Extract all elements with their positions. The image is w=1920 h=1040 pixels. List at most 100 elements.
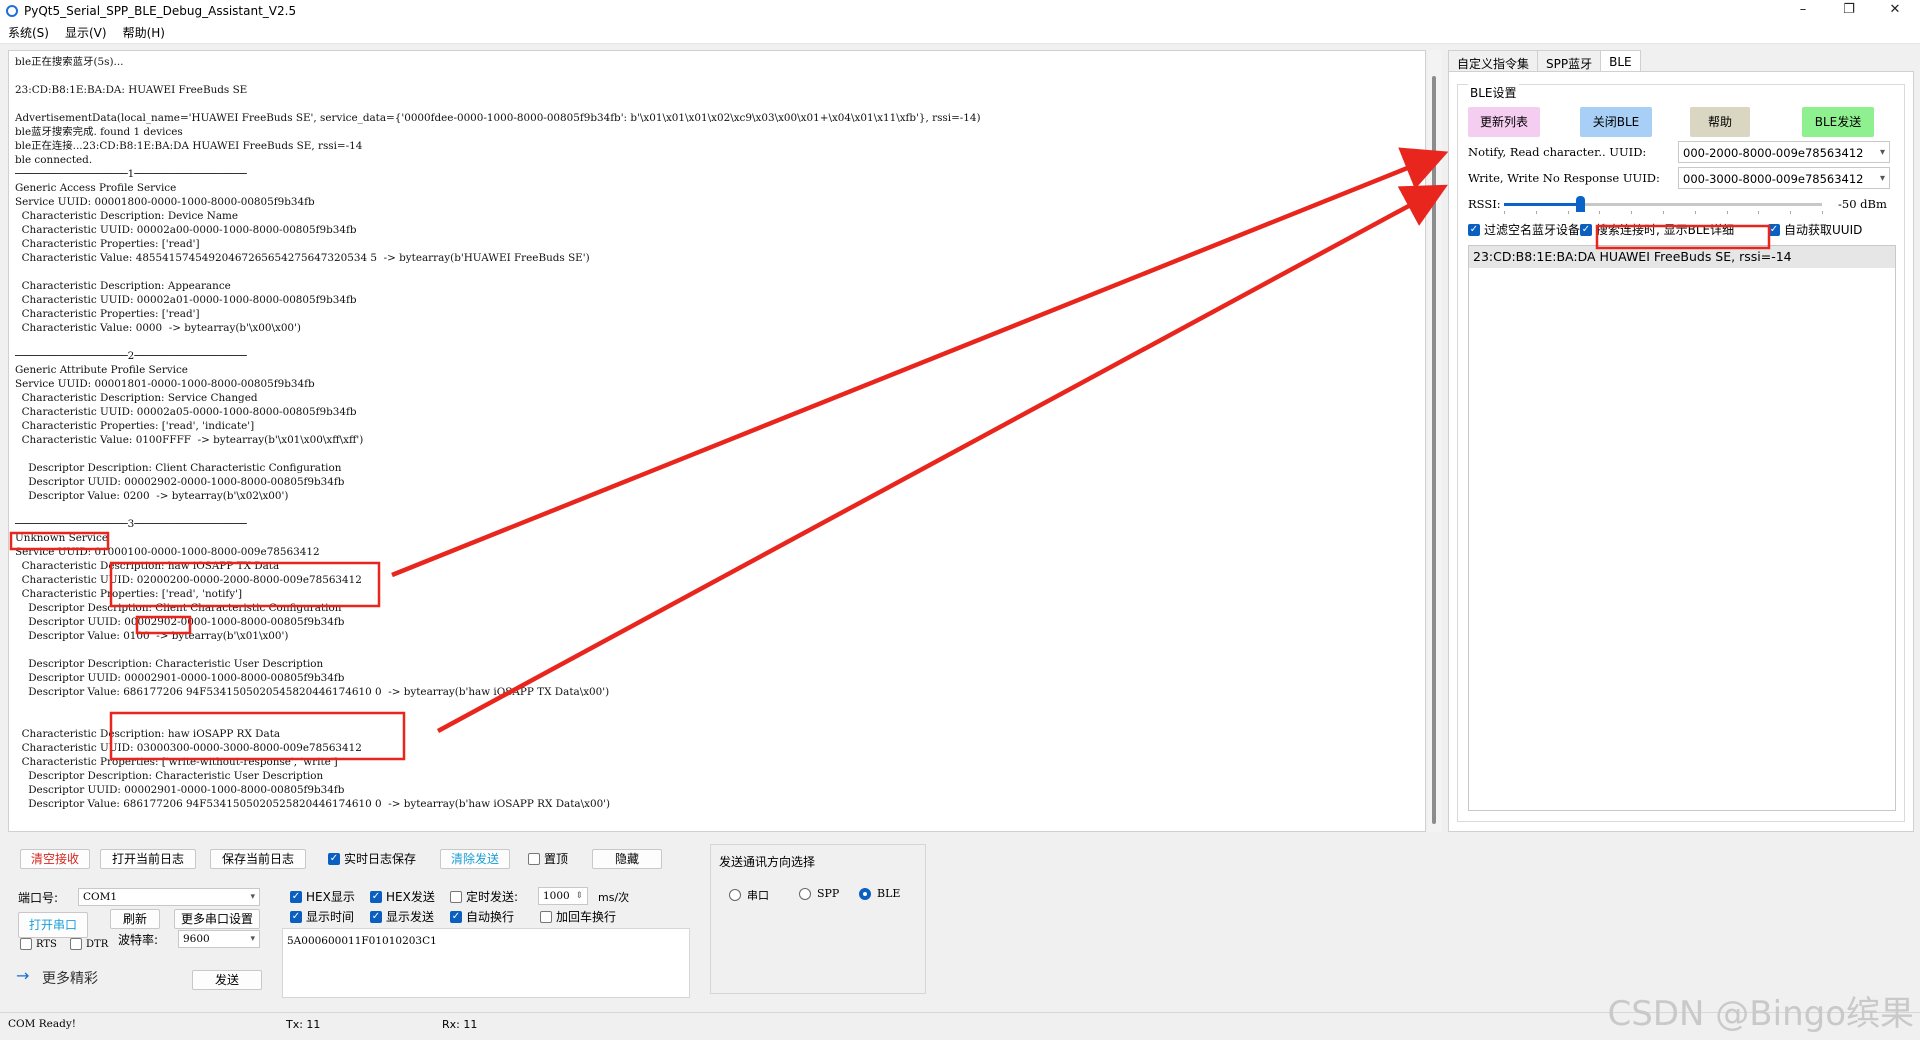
device-list[interactable]: 23:CD:B8:1E:BA:DA HUAWEI FreeBuds SE, rs… (1468, 245, 1896, 811)
tab-ble[interactable]: BLE (1600, 50, 1641, 72)
send-direction-group: 发送通讯方向选择 串口 SPP BLE (710, 844, 926, 994)
checkbox-check-icon: ✓ (450, 910, 462, 923)
ble-settings-group: BLE设置 更新列表 关闭BLE 帮助 BLE发送 Notify, Read c… (1457, 84, 1905, 822)
rssi-tick (1726, 211, 1728, 214)
rssi-tick (1535, 211, 1537, 214)
receive-log[interactable]: ble正在搜索蓝牙(5s)... 23:CD:B8:1E:BA:DA: HUAW… (8, 50, 1426, 832)
show-time-label: 显示时间 (306, 910, 355, 924)
direction-spp-radio[interactable]: SPP (799, 887, 839, 900)
menu-view[interactable]: 显示(V) (57, 24, 115, 41)
auto-uuid-checkbox[interactable]: ✓ 自动获取UUID (1768, 221, 1862, 238)
timer-unit-label: ms/次 (598, 891, 630, 904)
port-select[interactable]: COM1 ▾ (78, 888, 260, 906)
maximize-button[interactable]: ❐ (1826, 0, 1872, 22)
hide-button[interactable]: 隐藏 (592, 849, 662, 869)
log-scrollbar-thumb[interactable] (1432, 76, 1436, 824)
rts-checkbox[interactable]: RTS (20, 938, 57, 950)
pin-top-checkbox[interactable]: 置顶 (528, 850, 568, 867)
more-link[interactable]: 更多精彩 (42, 968, 98, 988)
rssi-tick (1631, 211, 1633, 214)
hex-send-label: HEX发送 (386, 890, 435, 904)
hex-display-label: HEX显示 (306, 890, 355, 904)
refresh-button[interactable]: 刷新 (110, 909, 160, 929)
radio-empty-icon (729, 889, 741, 901)
checkbox-check-icon: ✓ (370, 910, 382, 923)
notify-uuid-select[interactable]: 000-2000-8000-009e78563412 ▾ (1678, 141, 1890, 163)
rssi-tick (1790, 211, 1792, 214)
rssi-tick (1822, 211, 1823, 214)
auto-wrap-checkbox[interactable]: ✓ 自动换行 (450, 908, 514, 925)
direction-ble-radio[interactable]: BLE (859, 887, 900, 900)
open-log-button[interactable]: 打开当前日志 (100, 849, 196, 869)
filter-empty-name-label: 过滤空名蓝牙设备 (1484, 223, 1581, 237)
clear-send-button[interactable]: 清除发送 (440, 849, 510, 869)
more-port-settings-button[interactable]: 更多串口设置 (174, 909, 260, 929)
timer-interval-spinbox[interactable]: 1000 ⇕ (538, 887, 588, 905)
tab-spp[interactable]: SPP蓝牙 (1537, 50, 1602, 72)
tab-custom-commands[interactable]: 自定义指令集 (1448, 50, 1539, 72)
rssi-tick (1504, 211, 1505, 214)
open-port-button[interactable]: 打开串口 (18, 912, 88, 938)
show-time-checkbox[interactable]: ✓ 显示时间 (290, 908, 354, 925)
filter-empty-name-checkbox[interactable]: ✓ 过滤空名蓝牙设备 (1468, 221, 1580, 238)
add-crlf-checkbox[interactable]: 加回车换行 (540, 908, 616, 925)
realtime-save-checkbox[interactable]: ✓ 实时日志保存 (328, 850, 416, 867)
checkbox-empty-icon (20, 938, 32, 950)
clear-receive-button[interactable]: 清空接收 (20, 849, 90, 869)
hex-send-checkbox[interactable]: ✓ HEX发送 (370, 888, 435, 905)
menu-system[interactable]: 系统(S) (0, 24, 57, 41)
port-label: 端口号: (18, 891, 59, 905)
rssi-row: RSSI: -50 dBm (1468, 193, 1898, 215)
checkbox-check-icon: ✓ (1768, 223, 1780, 236)
hex-display-checkbox[interactable]: ✓ HEX显示 (290, 888, 355, 905)
auto-wrap-label: 自动换行 (466, 910, 515, 924)
port-value: COM1 (83, 891, 118, 903)
chevron-down-icon: ▾ (1879, 147, 1885, 158)
show-ble-detail-checkbox[interactable]: ✓ 搜索连接时, 显示BLE详细 (1580, 221, 1734, 238)
rssi-slider-fill (1504, 203, 1581, 206)
ble-tab-content: BLE设置 更新列表 关闭BLE 帮助 BLE发送 Notify, Read c… (1448, 71, 1914, 832)
rssi-slider-handle[interactable] (1576, 196, 1586, 212)
rssi-ticks (1504, 211, 1823, 215)
help-button[interactable]: 帮助 (1690, 107, 1750, 137)
rssi-tick (1694, 211, 1696, 214)
menu-help[interactable]: 帮助(H) (115, 24, 173, 41)
show-ble-detail-label: 搜索连接时, 显示BLE详细 (1596, 223, 1735, 237)
checkbox-check-icon: ✓ (290, 910, 302, 923)
close-button[interactable]: ✕ (1872, 0, 1918, 22)
timed-send-checkbox[interactable]: 定时发送: (450, 888, 518, 905)
direction-serial-radio[interactable]: 串口 (729, 887, 769, 903)
settings-panel: 自定义指令集 SPP蓝牙 BLE BLE设置 更新列表 关闭BLE 帮助 BLE… (1448, 50, 1914, 832)
dtr-checkbox[interactable]: DTR (70, 938, 108, 950)
write-uuid-label: Write, Write No Response UUID: (1468, 171, 1660, 185)
checkbox-empty-icon (70, 938, 82, 950)
checkbox-check-icon: ✓ (290, 890, 302, 903)
baud-select[interactable]: 9600 ▾ (178, 930, 260, 948)
update-list-button[interactable]: 更新列表 (1468, 107, 1540, 137)
write-uuid-select[interactable]: 000-3000-8000-009e78563412 ▾ (1678, 167, 1890, 189)
rts-label: RTS (36, 938, 57, 950)
rssi-tick (1758, 211, 1760, 214)
minimize-button[interactable]: – (1780, 0, 1826, 22)
baud-value: 9600 (183, 933, 210, 945)
timer-interval-value: 1000 (543, 890, 570, 902)
baud-label: 波特率: (118, 933, 159, 947)
log-scrollbar[interactable] (1428, 50, 1442, 832)
window-title: PyQt5_Serial_SPP_BLE_Debug_Assistant_V2.… (24, 4, 297, 18)
rssi-tick (1567, 211, 1569, 214)
realtime-save-label: 实时日志保存 (344, 852, 417, 866)
save-log-button[interactable]: 保存当前日志 (210, 849, 306, 869)
send-input[interactable]: 5A000600011F01010203C1 (282, 928, 690, 998)
show-send-checkbox[interactable]: ✓ 显示发送 (370, 908, 434, 925)
checkbox-empty-icon (528, 852, 540, 865)
notify-uuid-row: Notify, Read character.. UUID: 000-2000-… (1468, 141, 1898, 163)
ble-send-button[interactable]: BLE发送 (1802, 107, 1874, 137)
log-text: ble正在搜索蓝牙(5s)... 23:CD:B8:1E:BA:DA: HUAW… (15, 56, 981, 832)
chevron-down-icon: ▾ (1879, 173, 1885, 184)
send-button[interactable]: 发送 (192, 970, 262, 990)
checkbox-check-icon: ✓ (1468, 223, 1480, 236)
list-item[interactable]: 23:CD:B8:1E:BA:DA HUAWEI FreeBuds SE, rs… (1469, 246, 1895, 268)
title-bar: PyQt5_Serial_SPP_BLE_Debug_Assistant_V2.… (0, 0, 1920, 22)
rssi-slider[interactable] (1504, 196, 1822, 212)
close-ble-button[interactable]: 关闭BLE (1580, 107, 1652, 137)
